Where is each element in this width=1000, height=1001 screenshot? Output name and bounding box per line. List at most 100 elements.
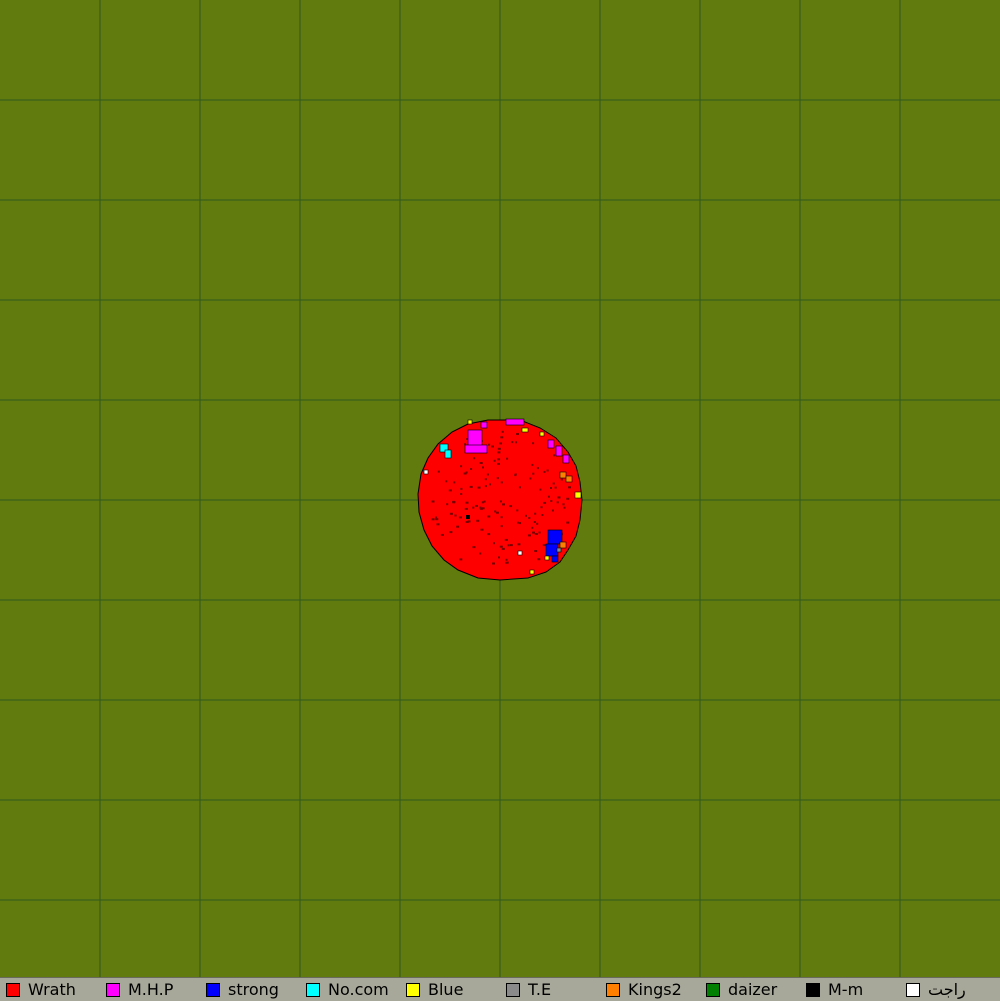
wrath-speck	[496, 477, 499, 480]
wrath-speck	[551, 509, 554, 512]
wrath-speck	[528, 517, 531, 519]
wrath-speck	[491, 445, 494, 448]
wrath-speck	[431, 500, 435, 503]
wrath-speck	[481, 507, 485, 510]
legend-label: M.H.P	[128, 980, 174, 999]
wrath-speck	[560, 478, 563, 481]
legend-label: Blue	[428, 980, 464, 999]
wrath-speck	[539, 488, 542, 491]
mhp-block	[464, 444, 488, 454]
wrath-speck	[547, 495, 550, 498]
legend-item: daizer	[706, 980, 777, 1000]
legend-swatch	[306, 983, 320, 997]
wrath-speck	[518, 486, 521, 489]
wrath-speck	[543, 470, 546, 473]
wrath-speck	[500, 481, 503, 484]
wrath-speck	[497, 451, 501, 454]
legend-label: strong	[228, 980, 279, 999]
wrath-speck	[470, 468, 473, 470]
blue-speck	[574, 491, 582, 499]
wrath-speck	[454, 514, 457, 517]
wrath-speck	[532, 442, 535, 445]
wrath-speck	[499, 500, 502, 503]
wrath-speck	[532, 531, 535, 534]
wrath-speck	[486, 473, 489, 476]
wrath-speck	[488, 443, 491, 446]
wrath-speck	[431, 518, 435, 521]
wrath-speck	[492, 562, 495, 565]
mhp-block	[505, 418, 525, 426]
world-map[interactable]	[0, 0, 1000, 977]
player-legend: Wrath M.H.P strong No.com Blue T.E Kings2 daize…	[0, 977, 1000, 1001]
wrath-speck	[541, 514, 544, 516]
wrath-speck	[554, 486, 557, 489]
wrath-speck	[497, 458, 501, 461]
wrath-speck	[499, 545, 503, 548]
wrath-speck	[542, 544, 546, 547]
wrath-speck	[480, 528, 484, 531]
territory-cluster	[417, 418, 583, 581]
legend-item: M.H.P	[106, 980, 173, 1000]
wrath-speck	[476, 519, 480, 522]
legend-item: Wrath	[6, 980, 76, 1000]
wrath-speck	[562, 503, 565, 506]
legend-swatch	[6, 983, 20, 997]
wrath-speck	[482, 466, 484, 469]
blue-speck	[539, 431, 545, 437]
wrath-speck	[489, 483, 492, 486]
mhp-block	[547, 439, 555, 449]
wrath-speck	[556, 501, 559, 504]
wrath-speck	[529, 477, 532, 480]
wrath-speck	[440, 533, 444, 536]
wrath-speck	[500, 516, 503, 519]
wrath-speck	[465, 471, 468, 474]
legend-label: No.com	[328, 980, 389, 999]
wrath-speck	[533, 521, 536, 523]
wrath-speck	[460, 493, 463, 495]
wrath-speck	[499, 442, 503, 445]
wrath-speck	[568, 486, 571, 489]
wrath-speck	[558, 496, 561, 499]
wrath-speck	[534, 533, 538, 535]
wrath-speck	[497, 447, 501, 450]
legend-swatch	[606, 983, 620, 997]
blue-speck	[467, 419, 473, 425]
legend-swatch	[806, 983, 820, 997]
wrath-speck	[501, 547, 505, 550]
wrath-speck	[456, 525, 460, 528]
wrath-speck	[479, 552, 482, 555]
wrath-speck	[473, 457, 476, 460]
mm-speck	[466, 515, 470, 519]
wrath-speck	[500, 436, 504, 439]
mhp-block	[562, 454, 570, 464]
wrath-speck	[502, 503, 505, 506]
wrath-speck	[445, 480, 448, 483]
blue-speck	[521, 427, 529, 433]
wrath-speck	[487, 515, 491, 518]
legend-swatch	[706, 983, 720, 997]
legend-swatch	[906, 983, 920, 997]
wrath-speck	[458, 516, 462, 519]
wrath-speck	[465, 521, 469, 523]
wrath-speck	[504, 538, 508, 541]
wrath-speck	[497, 462, 500, 465]
wrath-speck	[448, 489, 452, 492]
wrath-speck	[459, 558, 463, 561]
wrath-speck	[449, 512, 453, 515]
kings2-block	[559, 471, 567, 479]
wrath-speck	[465, 501, 469, 504]
legend-item: strong	[206, 980, 279, 1000]
wrath-speck	[538, 531, 541, 534]
wrath-speck	[517, 543, 521, 546]
wrath-speck	[452, 500, 456, 503]
wrath-speck	[437, 470, 440, 473]
wrath-speck	[509, 505, 513, 508]
kings2-block	[559, 541, 567, 549]
wrath-speck	[516, 509, 519, 512]
strong-block	[545, 543, 559, 557]
wrath-speck	[449, 531, 453, 534]
legend-item: Blue	[406, 980, 463, 1000]
wrath-speck	[500, 525, 503, 528]
wrath-speck	[472, 546, 476, 549]
legend-label: Wrath	[28, 980, 76, 999]
